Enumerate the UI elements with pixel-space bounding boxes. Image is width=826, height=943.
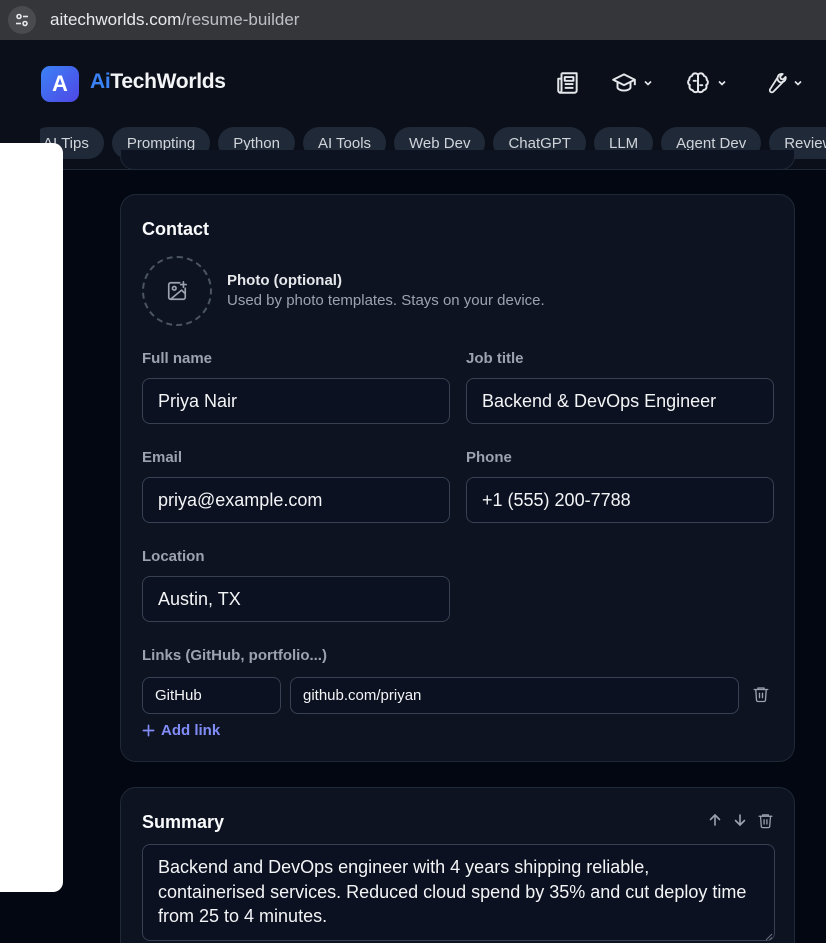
phone-input[interactable]: [466, 477, 774, 523]
brain-icon: [687, 72, 709, 94]
resize-handle-icon[interactable]: [765, 928, 773, 943]
link-url-input[interactable]: [290, 677, 739, 714]
summary-title: Summary: [142, 812, 225, 832]
site-info-icon[interactable]: [8, 6, 36, 34]
add-link-label: Add link: [161, 722, 221, 739]
email-input[interactable]: [142, 477, 450, 523]
move-down-button[interactable]: [732, 812, 748, 829]
delete-link-button[interactable]: [752, 685, 770, 708]
brain-menu[interactable]: [685, 70, 727, 96]
summary-textarea[interactable]: Backend and DevOps engineer with 4 years…: [142, 844, 775, 941]
full-name-label: Full name: [142, 350, 213, 367]
job-title-label: Job title: [466, 350, 524, 367]
job-title-input[interactable]: [466, 378, 774, 424]
graduation-cap-icon: [612, 73, 636, 92]
summary-actions: [707, 812, 774, 829]
previous-card-edge: [120, 150, 795, 170]
phone-label: Phone: [466, 449, 512, 466]
links-label: Links (GitHub, portfolio...): [142, 647, 327, 664]
location-label: Location: [142, 548, 205, 565]
wrench-icon: [768, 72, 787, 94]
contact-card: Contact Photo (optional) Used by photo t…: [120, 194, 795, 762]
resume-preview-panel: [0, 143, 63, 892]
url-text[interactable]: aitechworlds.com/resume-builder: [50, 10, 299, 30]
trash-icon: [753, 687, 769, 703]
move-up-button[interactable]: [707, 812, 723, 829]
summary-card: Summary Backend and DevOps engineer with…: [120, 787, 795, 943]
image-plus-icon: [167, 281, 187, 301]
trash-icon: [758, 814, 773, 829]
logo-icon[interactable]: A: [41, 66, 79, 102]
browser-url-bar[interactable]: aitechworlds.com/resume-builder: [0, 0, 826, 40]
url-host: aitechworlds.com: [50, 10, 182, 29]
email-label: Email: [142, 449, 183, 466]
full-name-input[interactable]: [142, 378, 450, 424]
add-link-button[interactable]: Add link: [142, 722, 220, 739]
chevron-down-icon: [644, 80, 652, 86]
link-name-input[interactable]: [142, 677, 281, 714]
contact-title: Contact: [142, 219, 209, 239]
arrow-up-icon: [709, 814, 721, 826]
photo-description: Used by photo templates. Stays on your d…: [227, 292, 545, 309]
wrench-menu[interactable]: [763, 71, 803, 95]
header-nav: [555, 70, 803, 96]
chevron-down-icon: [794, 80, 802, 86]
newspaper-icon[interactable]: [555, 70, 581, 96]
brand-rest: TechWorlds: [110, 70, 226, 93]
url-path: /resume-builder: [181, 10, 300, 29]
chevron-down-icon: [718, 80, 726, 86]
brand-ai: Ai: [90, 70, 111, 93]
logo-letter: A: [52, 71, 68, 96]
photo-upload[interactable]: [142, 256, 212, 326]
plus-icon: [142, 724, 155, 737]
location-input[interactable]: [142, 576, 450, 622]
delete-section-button[interactable]: [757, 812, 774, 829]
arrow-down-icon: [734, 814, 746, 826]
photo-title: Photo (optional): [227, 272, 342, 289]
brand-name[interactable]: AiTechWorlds: [90, 70, 226, 94]
graduation-cap-menu[interactable]: [611, 70, 653, 96]
